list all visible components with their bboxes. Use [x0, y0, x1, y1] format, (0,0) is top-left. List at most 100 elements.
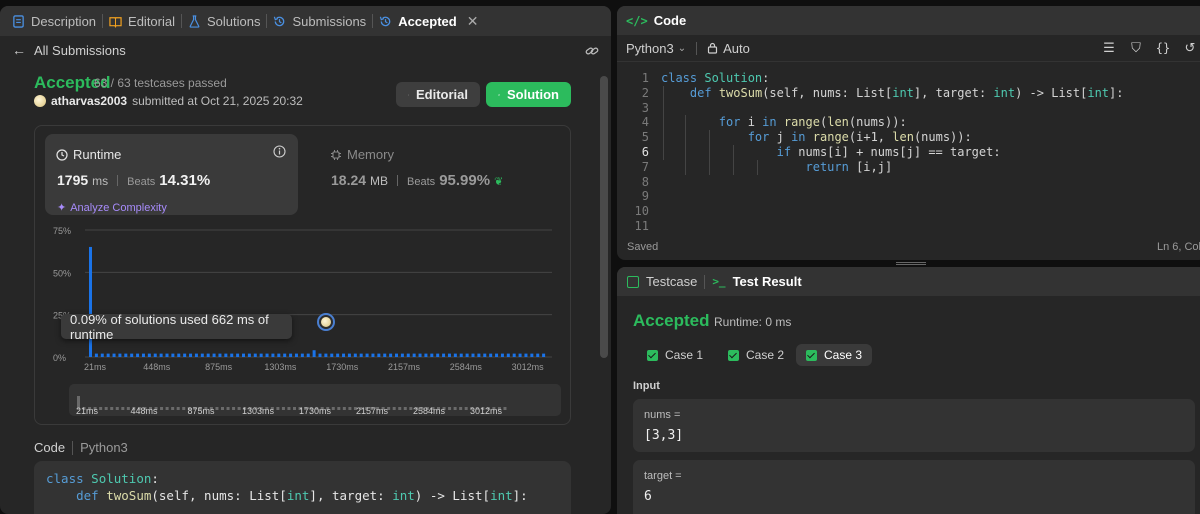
chart-bar[interactable] — [194, 353, 198, 357]
runtime-box[interactable]: Runtime 1795 ms Beats 14.31% ✦ Analyze C… — [45, 134, 298, 215]
bookmark-icon[interactable]: ⛉ — [1129, 40, 1143, 55]
chart-bar[interactable] — [424, 353, 428, 357]
chart-bar[interactable] — [512, 353, 516, 357]
chart-bar[interactable] — [265, 353, 269, 357]
chart-bar[interactable] — [300, 353, 304, 357]
chart-bar[interactable] — [536, 353, 540, 357]
chart-bar[interactable] — [236, 353, 240, 357]
chart-bar[interactable] — [371, 353, 375, 357]
your-submission-marker-icon[interactable] — [317, 313, 335, 331]
chart-bar[interactable] — [189, 353, 193, 357]
reset-icon[interactable]: ↺ — [1183, 40, 1197, 55]
chart-bar[interactable] — [347, 353, 351, 357]
chart-bar[interactable] — [430, 353, 434, 357]
chart-bar[interactable] — [224, 353, 228, 357]
chart-bar[interactable] — [412, 353, 416, 357]
chart-bar[interactable] — [471, 353, 475, 357]
chart-bar[interactable] — [453, 353, 457, 357]
chart-bar[interactable] — [447, 353, 451, 357]
avatar[interactable] — [34, 95, 46, 107]
chart-bar[interactable] — [406, 353, 410, 357]
chart-bar[interactable] — [271, 353, 275, 357]
tab-testcase[interactable]: Testcase — [646, 274, 697, 289]
chart-bar[interactable] — [159, 353, 163, 357]
chart-bar[interactable] — [289, 353, 293, 357]
chart-bar[interactable] — [312, 350, 316, 357]
chart-range-slider[interactable]: 21ms 448ms 875ms 1303ms 1730ms 2157ms 2584ms 30… — [69, 384, 561, 416]
chart-bar[interactable] — [418, 353, 422, 357]
code-editor[interactable]: 1 class Solution: 2 def twoSum(self, nums:… — [617, 67, 1200, 237]
chart-bar[interactable] — [124, 353, 128, 357]
username-link[interactable]: atharvas2003 — [51, 94, 127, 108]
chart-bar[interactable] — [365, 353, 369, 357]
chart-bar[interactable] — [294, 353, 298, 357]
code-preview[interactable]: class Solution: def twoSum(self, nums: L… — [34, 461, 571, 514]
chart-bar[interactable] — [506, 353, 510, 357]
memory-box[interactable]: Memory 18.24 MB Beats 95.99% ❦ — [319, 134, 519, 215]
chart-bar[interactable] — [389, 353, 393, 357]
tab-solutions[interactable]: Solutions — [182, 6, 266, 36]
braces-icon[interactable]: {} — [1156, 41, 1170, 55]
info-icon[interactable] — [273, 145, 286, 158]
chart-bar[interactable] — [353, 353, 357, 357]
chart-bar[interactable] — [183, 353, 187, 357]
chart-bar[interactable] — [477, 353, 481, 357]
chart-bar[interactable] — [442, 353, 446, 357]
chart-bar[interactable] — [330, 353, 334, 357]
chart-bar[interactable] — [277, 353, 281, 357]
tab-test-result[interactable]: Test Result — [733, 274, 802, 289]
chart-bar[interactable] — [395, 353, 398, 357]
chart-bar[interactable] — [206, 353, 210, 357]
close-icon[interactable]: ✕ — [467, 13, 479, 30]
tab-editorial[interactable]: Editorial — [103, 6, 181, 36]
chart-bar[interactable] — [100, 353, 104, 357]
back-arrow-icon[interactable]: ← — [12, 42, 26, 58]
runtime-distribution-chart[interactable]: 75%50%25%0%21ms448ms875ms1303ms1730ms215… — [35, 221, 572, 371]
all-submissions-link[interactable]: All Submissions — [34, 43, 126, 58]
chart-bar[interactable] — [253, 353, 257, 357]
chart-bar[interactable] — [106, 353, 110, 357]
chart-bar[interactable] — [306, 353, 310, 357]
tab-description[interactable]: Description — [6, 6, 102, 36]
chart-bar[interactable] — [324, 353, 328, 357]
chart-bar[interactable] — [141, 353, 145, 357]
input-field-nums[interactable]: nums = [3,3] — [633, 399, 1195, 452]
chart-bar[interactable] — [318, 353, 322, 357]
chart-bar[interactable] — [459, 353, 463, 357]
scrollbar[interactable] — [600, 76, 608, 358]
chart-bar[interactable] — [247, 353, 251, 357]
chart-bar[interactable] — [518, 353, 522, 357]
case-1-tab[interactable]: Case 1 — [637, 344, 713, 366]
tab-accepted[interactable]: Accepted ✕ — [373, 6, 484, 36]
chart-bar[interactable] — [242, 353, 245, 357]
case-2-tab[interactable]: Case 2 — [718, 344, 794, 366]
chart-bar[interactable] — [177, 353, 181, 357]
chart-bar[interactable] — [500, 353, 504, 357]
chart-bar[interactable] — [377, 353, 381, 357]
chart-bar[interactable] — [112, 353, 116, 357]
chart-bar[interactable] — [218, 353, 222, 357]
chart-bar[interactable] — [259, 353, 263, 357]
chart-bar[interactable] — [336, 353, 340, 357]
chart-bar[interactable] — [542, 353, 546, 357]
chart-bar[interactable] — [400, 353, 404, 357]
chart-bar[interactable] — [230, 353, 234, 357]
chart-bar[interactable] — [171, 353, 175, 357]
case-3-tab[interactable]: Case 3 — [796, 344, 873, 366]
editorial-button[interactable]: Editorial — [396, 82, 480, 107]
chart-bar[interactable] — [436, 353, 440, 357]
chart-bar[interactable] — [524, 353, 528, 357]
chart-bar[interactable] — [483, 353, 487, 357]
panel-resize-handle[interactable] — [896, 262, 926, 265]
chart-bar[interactable] — [147, 353, 151, 357]
chart-bar[interactable] — [489, 353, 493, 357]
chart-bar[interactable] — [465, 353, 469, 357]
input-field-target[interactable]: target = 6 — [633, 460, 1195, 514]
chart-bar[interactable] — [136, 353, 140, 357]
chart-bar[interactable] — [153, 353, 157, 357]
tab-submissions[interactable]: Submissions — [267, 6, 372, 36]
language-select[interactable]: Python3 ⌄ — [626, 41, 686, 56]
auto-mode-toggle[interactable]: Auto — [707, 41, 750, 56]
chart-bar[interactable] — [383, 353, 387, 357]
link-icon[interactable] — [585, 44, 599, 58]
